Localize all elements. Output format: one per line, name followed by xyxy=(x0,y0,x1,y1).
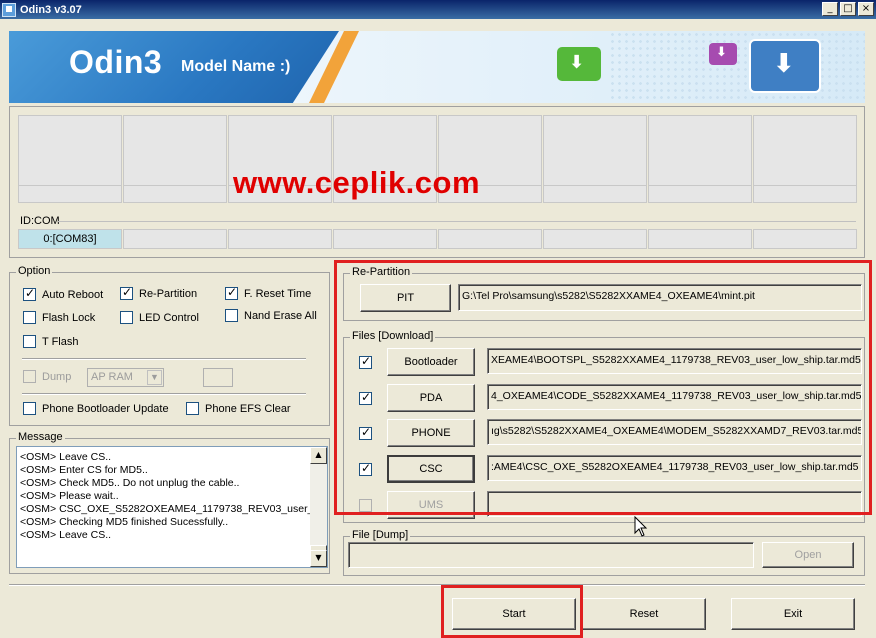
checkbox-label: Flash Lock xyxy=(42,311,96,324)
slot-status-2 xyxy=(123,115,227,187)
com-port-3 xyxy=(228,229,332,249)
files-highlight-frame xyxy=(334,260,872,515)
app-icon xyxy=(2,2,16,17)
checkbox-box xyxy=(225,285,238,300)
checkbox-box xyxy=(120,285,133,300)
message-line: <OSM> Leave CS.. xyxy=(20,451,112,463)
checkbox-box xyxy=(120,311,133,324)
message-line: <OSM> Leave CS.. xyxy=(20,529,112,541)
checkbox-box xyxy=(23,370,36,383)
slot-status-7 xyxy=(648,115,752,187)
flash-lock-checkbox[interactable]: Flash Lock xyxy=(23,311,95,324)
message-line: <OSM> CSC_OXE_S5282OXEAME4_1179738_REV03… xyxy=(20,503,312,515)
slot-progress-1 xyxy=(18,185,122,203)
window-controls: _ □ × xyxy=(822,2,874,16)
title-bar: Odin3 v3.07 _ □ × xyxy=(0,0,876,19)
com-port-6 xyxy=(543,229,647,249)
open-button: Open xyxy=(762,542,854,568)
com-port-7 xyxy=(648,229,752,249)
checkbox-label: F. Reset Time xyxy=(244,287,312,300)
com-port-row: 0:[COM83] xyxy=(18,229,857,249)
checkbox-box xyxy=(23,335,36,348)
green-download-icon: ⬇ xyxy=(557,47,601,81)
phone-efs-clear-checkbox[interactable]: Phone EFS Clear xyxy=(186,402,291,415)
option-separator-1 xyxy=(22,358,306,360)
checkbox-box xyxy=(225,309,238,322)
slot-status-1 xyxy=(18,115,122,187)
close-button[interactable]: × xyxy=(858,2,874,16)
slot-progress-8 xyxy=(753,185,857,203)
maximize-button[interactable]: □ xyxy=(840,2,856,16)
dump-checkbox: Dump xyxy=(23,370,71,383)
dump-target-select: AP RAM ▼ xyxy=(87,368,164,387)
re-partition-checkbox[interactable]: Re-Partition xyxy=(120,285,198,300)
option-separator-2 xyxy=(22,393,306,395)
message-line: <OSM> Check MD5.. Do not unplug the cabl… xyxy=(20,477,240,489)
nand-erase-all-checkbox[interactable]: Nand Erase All xyxy=(225,309,317,322)
com-port-1: 0:[COM83] xyxy=(18,229,122,249)
blue-download-icon: ⬇ xyxy=(749,39,821,93)
message-lines: <OSM> Leave CS.. <OSM> Enter CS for MD5.… xyxy=(20,451,312,542)
phone-bootloader-update-checkbox[interactable]: Phone Bootloader Update xyxy=(23,402,169,415)
bottom-divider xyxy=(9,584,865,586)
reset-button[interactable]: Reset xyxy=(582,598,706,630)
scroll-up-icon[interactable]: ▲ xyxy=(310,447,327,464)
message-group-title: Message xyxy=(16,431,65,443)
slot-progress-2 xyxy=(123,185,227,203)
purple-download-icon: ⬇ xyxy=(709,43,737,65)
checkbox-box xyxy=(23,402,36,415)
mouse-cursor-icon xyxy=(634,516,648,537)
slot-progress-6 xyxy=(543,185,647,203)
dump-path-field xyxy=(348,542,754,568)
odin-banner: Odin3 Model Name :) ⬇ ⬇ ⬇ xyxy=(9,31,865,103)
checkbox-label: Phone EFS Clear xyxy=(205,402,291,415)
scroll-down-icon[interactable]: ▼ xyxy=(310,550,327,567)
odin-logo: Odin3 xyxy=(69,44,163,80)
window-title: Odin3 v3.07 xyxy=(20,3,82,16)
t-flash-checkbox[interactable]: T Flash xyxy=(23,335,78,348)
com-port-2 xyxy=(123,229,227,249)
message-line: <OSM> Enter CS for MD5.. xyxy=(20,464,148,476)
dump-size-input xyxy=(203,368,233,387)
file-dump-group-title: File [Dump] xyxy=(350,529,411,541)
slot-status-6 xyxy=(543,115,647,187)
checkbox-box xyxy=(23,286,36,301)
checkbox-label: Phone Bootloader Update xyxy=(42,402,169,415)
dump-target-value: AP RAM xyxy=(91,371,133,383)
idcom-label: ID:COM xyxy=(20,215,60,227)
message-scrollbar[interactable]: ▲ ▼ xyxy=(310,447,327,567)
led-control-checkbox[interactable]: LED Control xyxy=(120,311,199,324)
com-port-5 xyxy=(438,229,542,249)
minimize-button[interactable]: _ xyxy=(822,2,838,16)
chevron-down-icon: ▼ xyxy=(147,370,162,385)
auto-reboot-checkbox[interactable]: Auto Reboot xyxy=(23,286,104,301)
slot-status-8 xyxy=(753,115,857,187)
message-line: <OSM> Please wait.. xyxy=(20,490,119,502)
option-group-title: Option xyxy=(16,265,53,277)
model-name: Model Name :) xyxy=(181,58,291,75)
message-line: <OSM> Checking MD5 finished Sucessfully.… xyxy=(20,516,229,528)
slot-progress-7 xyxy=(648,185,752,203)
watermark-text: www.ceplik.com xyxy=(233,165,481,200)
com-port-4 xyxy=(333,229,437,249)
checkbox-label: Auto Reboot xyxy=(42,288,104,301)
com-port-8 xyxy=(753,229,857,249)
checkbox-box xyxy=(23,311,36,324)
banner-dot-map xyxy=(609,31,865,103)
checkbox-label: Dump xyxy=(42,370,72,383)
message-log[interactable]: <OSM> Leave CS.. <OSM> Enter CS for MD5.… xyxy=(16,446,328,568)
f-reset-time-checkbox[interactable]: F. Reset Time xyxy=(225,285,312,300)
checkbox-label: Re-Partition xyxy=(139,287,198,300)
checkbox-label: Nand Erase All xyxy=(244,309,317,322)
checkbox-box xyxy=(186,402,199,415)
exit-button[interactable]: Exit xyxy=(731,598,855,630)
start-highlight-frame xyxy=(441,585,583,638)
idcom-divider xyxy=(58,221,856,222)
checkbox-label: LED Control xyxy=(139,311,199,324)
checkbox-label: T Flash xyxy=(42,335,79,348)
